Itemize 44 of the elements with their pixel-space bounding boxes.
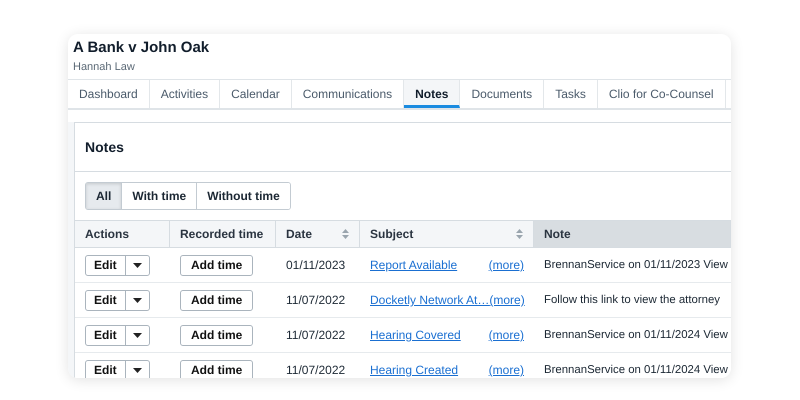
subject-link[interactable]: Docketly Network At… — [370, 293, 490, 307]
column-header[interactable]: Date — [276, 220, 360, 248]
caret-icon — [132, 368, 142, 372]
edit-button[interactable]: Edit — [86, 256, 125, 274]
matter-subtitle: Hannah Law — [73, 60, 135, 75]
add-time-button[interactable]: Add time — [180, 360, 254, 378]
edit-split-button[interactable]: Edit — [85, 254, 150, 276]
date-cell: 11/07/2022 — [286, 293, 346, 307]
more-link[interactable]: (more) — [488, 328, 524, 342]
note-cell: BrennanService on 01/11/2023 View — [544, 259, 728, 271]
edit-button[interactable]: Edit — [86, 326, 125, 344]
date-cell: 11/07/2022 — [286, 328, 346, 342]
subject-link[interactable]: Report Available — [370, 258, 458, 272]
column-header: Recorded time — [170, 220, 276, 248]
add-time-button[interactable]: Add time — [180, 254, 254, 276]
date-cell: 11/07/2022 — [286, 363, 346, 377]
more-link[interactable]: (more) — [489, 293, 525, 307]
edit-button[interactable]: Edit — [86, 360, 125, 378]
edit-button[interactable]: Edit — [86, 290, 125, 310]
panel-title: Notes — [75, 123, 731, 172]
edit-split-button[interactable]: Edit — [85, 360, 150, 378]
caret-icon — [132, 298, 142, 302]
note-cell: BrennanService on 01/11/2024 View — [544, 364, 728, 376]
caret-icon — [132, 262, 142, 268]
column-header[interactable]: Subject — [360, 220, 534, 248]
more-link[interactable]: (more) — [488, 363, 524, 377]
filter-button[interactable]: All — [86, 183, 122, 209]
column-header: Note — [534, 220, 731, 248]
tab[interactable]: Notes — [404, 80, 460, 108]
sort-icon — [342, 229, 349, 239]
note-cell: Follow this link to view the attorney — [544, 294, 720, 306]
edit-split-button[interactable]: Edit — [85, 290, 150, 310]
add-time-button[interactable]: Add time — [180, 324, 254, 346]
caret-icon — [132, 332, 142, 338]
more-link[interactable]: (more) — [488, 258, 524, 272]
add-time-button[interactable]: Add time — [180, 290, 254, 310]
note-cell: BrennanService on 01/11/2024 View — [544, 329, 728, 341]
matter-title: A Bank v John Oak — [73, 39, 210, 57]
date-cell: 01/11/2023 — [286, 258, 346, 272]
subject-link[interactable]: Hearing Created — [370, 363, 458, 377]
subject-link[interactable]: Hearing Covered — [370, 328, 461, 342]
sort-icon — [516, 229, 523, 239]
edit-split-button[interactable]: Edit — [85, 324, 150, 346]
column-header: Actions — [75, 220, 170, 248]
